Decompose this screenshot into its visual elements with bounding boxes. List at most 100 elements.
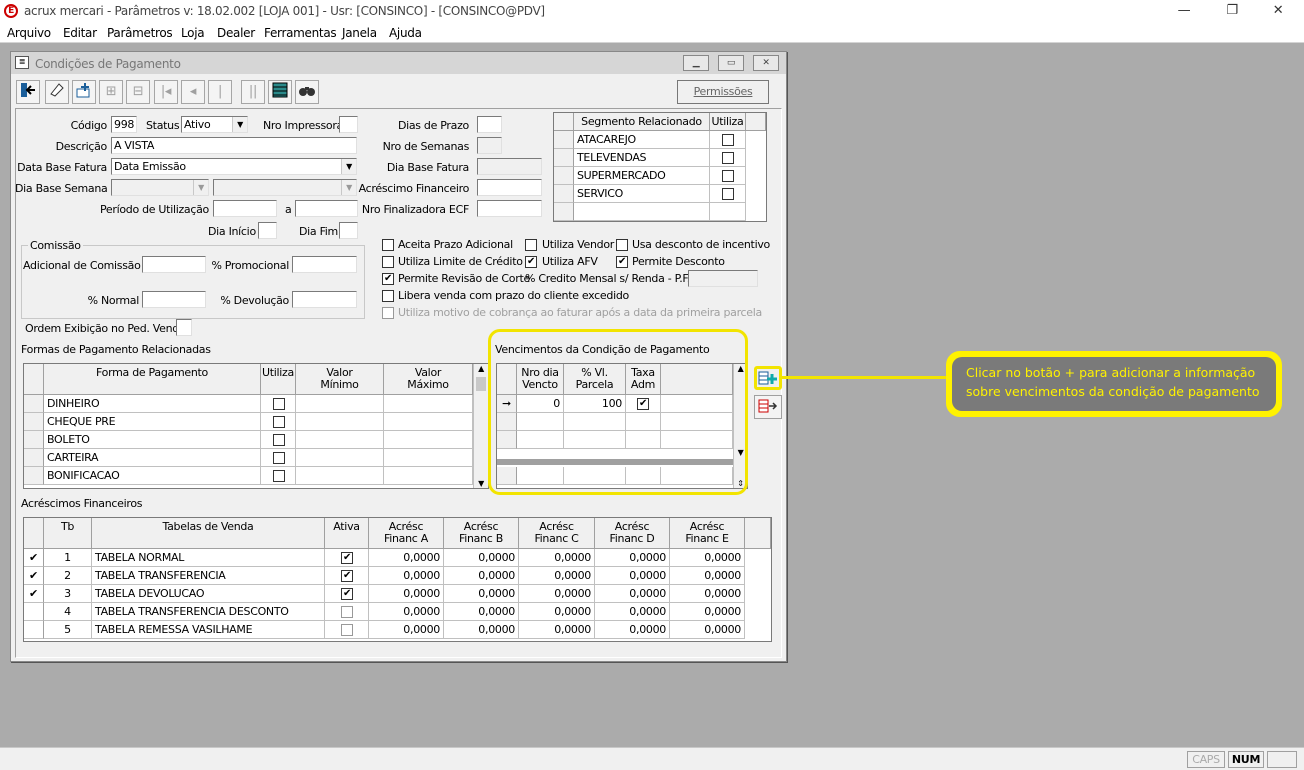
financ-e-cell[interactable]: 0,0000 [670,585,745,603]
financ-b-cell[interactable]: 0,0000 [444,603,519,621]
financ-b-cell[interactable]: 0,0000 [444,567,519,585]
list-item[interactable]: TELEVENDAS [554,149,766,167]
periodo-fim-field[interactable] [295,200,358,217]
checkbox[interactable] [722,170,734,182]
menu-dealer[interactable]: Dealer [217,26,255,40]
ativa-cell[interactable] [325,603,369,621]
checkbox[interactable] [722,152,734,164]
valor-maximo-cell[interactable] [384,395,473,413]
valor-minimo-cell[interactable] [296,431,384,449]
dias-prazo-field[interactable] [477,116,502,133]
valor-maximo-cell[interactable] [384,413,473,431]
forma-utiliza[interactable] [261,431,296,449]
table-row[interactable]: BONIFICACAO [24,467,473,485]
financ-c-cell[interactable]: 0,0000 [519,567,595,585]
usa-desconto-checkbox[interactable] [616,239,628,251]
financ-c-cell[interactable]: 0,0000 [519,603,595,621]
utiliza-afv-checkbox[interactable]: ✔ [525,256,537,268]
list-item[interactable]: SUPERMERCADO [554,167,766,185]
financ-e-cell[interactable]: 0,0000 [670,621,745,639]
menu-loja[interactable]: Loja [181,26,205,40]
search-icon[interactable] [295,80,319,104]
financ-d-cell[interactable]: 0,0000 [595,585,670,603]
acrescimo-financeiro-field[interactable] [477,179,542,196]
table-row[interactable]: ✔ 1 TABELA NORMAL ✔ 0,0000 0,0000 0,0000 0,0000… [24,549,771,567]
segmento-utiliza[interactable] [710,185,746,203]
checkbox[interactable]: ✔ [341,552,353,564]
scroll-up-icon[interactable]: ▲ [474,364,488,373]
financ-e-cell[interactable]: 0,0000 [670,549,745,567]
menu-arquivo[interactable]: Arquivo [7,26,51,40]
restore-button[interactable]: ❐ [1222,3,1242,18]
financ-b-cell[interactable]: 0,0000 [444,585,519,603]
exit-icon[interactable] [16,80,40,104]
libera-venda-checkbox[interactable] [382,290,394,302]
table-row[interactable]: CARTEIRA [24,449,473,467]
formas-scrollbar[interactable]: ▲ ▼ [473,364,488,488]
child-maximize-button[interactable]: ▭ [718,55,744,71]
descricao-field[interactable]: A VISTA [111,137,357,154]
checkbox[interactable] [341,606,353,618]
forma-utiliza[interactable] [261,449,296,467]
adicional-comissao-field[interactable] [142,256,206,273]
child-close-button[interactable]: ✕ [753,55,779,71]
valor-minimo-cell[interactable] [296,449,384,467]
checkbox[interactable] [273,398,285,410]
nro-impressora-field[interactable] [339,116,358,133]
child-minimize-button[interactable]: ▁ [683,55,709,71]
permissions-button[interactable]: Permissões [677,80,769,104]
checkbox[interactable] [273,416,285,428]
dia-fim-field[interactable] [339,222,358,239]
table-row[interactable]: ✔ 3 TABELA DEVOLUCAO ✔ 0,0000 0,0000 0,0000 0,0… [24,585,771,603]
financ-b-cell[interactable]: 0,0000 [444,549,519,567]
financ-a-cell[interactable]: 0,0000 [369,585,444,603]
aceita-prazo-checkbox[interactable] [382,239,394,251]
periodo-inicio-field[interactable] [213,200,277,217]
scroll-thumb[interactable] [476,377,486,391]
financ-d-cell[interactable]: 0,0000 [595,621,670,639]
data-base-fatura-select[interactable]: Data Emissão ▼ [111,158,357,175]
financ-c-cell[interactable]: 0,0000 [519,585,595,603]
table-row[interactable]: CHEQUE PRE [24,413,473,431]
financ-b-cell[interactable]: 0,0000 [444,621,519,639]
forma-utiliza[interactable] [261,413,296,431]
checkbox[interactable] [273,452,285,464]
checkbox[interactable] [273,434,285,446]
checkbox[interactable]: ✔ [341,570,353,582]
menu-parametros[interactable]: Parâmetros [107,26,173,40]
table-row[interactable]: ✔ 2 TABELA TRANSFERENCIA ✔ 0,0000 0,0000 0,000… [24,567,771,585]
checkbox[interactable] [273,470,285,482]
segmento-utiliza[interactable] [710,149,746,167]
menu-janela[interactable]: Janela [342,26,377,40]
table-row[interactable]: 5 TABELA REMESSA VASILHAME 0,0000 0,0000 0,0… [24,621,771,639]
normal-field[interactable] [142,291,206,308]
financ-d-cell[interactable]: 0,0000 [595,549,670,567]
scroll-down-icon[interactable]: ▼ [474,479,488,488]
insert-icon[interactable] [72,80,96,104]
dia-inicio-field[interactable] [258,222,277,239]
valor-minimo-cell[interactable] [296,467,384,485]
table-row[interactable]: BOLETO [24,431,473,449]
ativa-cell[interactable] [325,621,369,639]
nro-finalizadora-field[interactable] [477,200,542,217]
checkbox[interactable]: ✔ [341,588,353,600]
grid-view-icon[interactable] [268,80,292,104]
financ-a-cell[interactable]: 0,0000 [369,549,444,567]
minimize-button[interactable]: — [1174,3,1194,18]
segmento-utiliza[interactable] [710,131,746,149]
permite-desconto-checkbox[interactable]: ✔ [616,256,628,268]
financ-a-cell[interactable]: 0,0000 [369,603,444,621]
devolucao-field[interactable] [292,291,357,308]
valor-maximo-cell[interactable] [384,467,473,485]
menu-ferramentas[interactable]: Ferramentas [264,26,337,40]
permite-revisao-checkbox[interactable]: ✔ [382,273,394,285]
ativa-cell[interactable]: ✔ [325,549,369,567]
valor-minimo-cell[interactable] [296,413,384,431]
financ-a-cell[interactable]: 0,0000 [369,621,444,639]
checkbox[interactable] [341,624,353,636]
financ-a-cell[interactable]: 0,0000 [369,567,444,585]
codigo-field[interactable]: 998 [111,116,137,133]
financ-d-cell[interactable]: 0,0000 [595,603,670,621]
remove-vencimento-button[interactable] [754,395,782,419]
table-row[interactable]: 4 TABELA TRANSFERENCIA DESCONTO 0,0000 0,00… [24,603,771,621]
